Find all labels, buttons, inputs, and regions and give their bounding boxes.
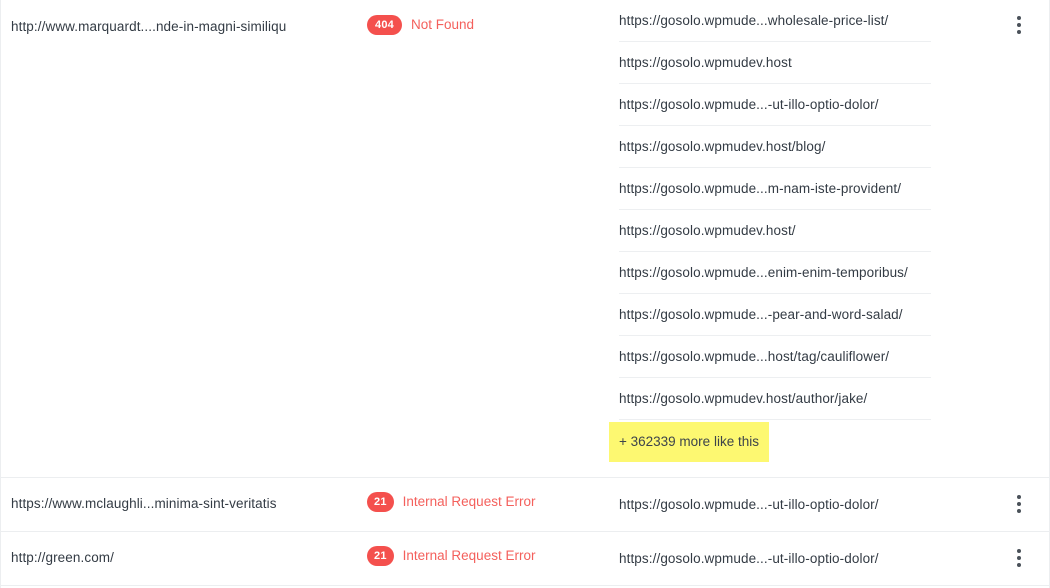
source-url-cell: http://www.marquardt....nde-in-magni-sim… [1, 0, 359, 46]
linked-url-text[interactable]: https://gosolo.wpmude...-pear-and-word-s… [619, 306, 903, 324]
linked-url-text[interactable]: https://gosolo.wpmude...m-nam-iste-provi… [619, 180, 901, 198]
linked-url-text[interactable]: https://gosolo.wpmude...-ut-illo-optio-d… [619, 550, 879, 568]
status-cell: 21 Internal Request Error [359, 532, 609, 566]
linked-urls-cell: https://gosolo.wpmude...wholesale-price-… [609, 0, 989, 464]
list-item[interactable]: https://gosolo.wpmude...host/tag/caulifl… [619, 336, 931, 378]
status-badge: 21 [367, 492, 394, 512]
list-item[interactable]: https://gosolo.wpmude...wholesale-price-… [619, 0, 931, 42]
linked-url-text[interactable]: https://gosolo.wpmudev.host/author/jake/ [619, 390, 867, 408]
broken-links-table-page: http://www.marquardt....nde-in-magni-sim… [0, 0, 1050, 588]
status-cell: 404 Not Found [359, 0, 609, 35]
show-more-link[interactable]: + 362339 more like this [609, 422, 769, 462]
status-badge: 404 [367, 15, 402, 35]
linked-urls-cell: https://gosolo.wpmude...-ut-illo-optio-d… [609, 478, 989, 531]
linked-url-text[interactable]: https://gosolo.wpmude...-ut-illo-optio-d… [619, 496, 879, 514]
linked-url-text[interactable]: https://gosolo.wpmudev.host/ [619, 222, 796, 240]
row-actions-cell [989, 0, 1049, 42]
kebab-dot [1017, 495, 1021, 499]
table-row[interactable]: http://green.com/ 21 Internal Request Er… [1, 532, 1049, 586]
linked-url-text[interactable]: https://gosolo.wpmude...wholesale-price-… [619, 12, 888, 30]
source-url-text[interactable]: https://www.mclaughli...minima-sint-veri… [11, 495, 351, 513]
list-item[interactable]: https://gosolo.wpmude...-pear-and-word-s… [619, 294, 931, 336]
status-cell: 21 Internal Request Error [359, 478, 609, 512]
kebab-dot [1017, 16, 1021, 20]
kebab-dot [1017, 30, 1021, 34]
kebab-menu-icon[interactable] [1002, 8, 1036, 42]
linked-url-text[interactable]: https://gosolo.wpmude...enim-enim-tempor… [619, 264, 908, 282]
source-url-cell: https://www.mclaughli...minima-sint-veri… [1, 478, 359, 529]
linked-url-text[interactable]: https://gosolo.wpmude...-ut-illo-optio-d… [619, 96, 879, 114]
source-url-text[interactable]: http://green.com/ [11, 549, 351, 567]
show-more-row[interactable]: + 362339 more like this [609, 420, 931, 464]
status-label: Internal Request Error [402, 494, 536, 509]
linked-url-text[interactable]: https://gosolo.wpmudev.host [619, 54, 792, 72]
linked-urls-list: https://gosolo.wpmude...wholesale-price-… [609, 0, 931, 464]
row-actions-cell [989, 532, 1049, 575]
row-actions-cell [989, 478, 1049, 521]
list-item[interactable]: https://gosolo.wpmudev.host/ [619, 210, 931, 252]
status-wrapper: 21 Internal Request Error [367, 478, 609, 512]
kebab-dot [1017, 549, 1021, 553]
kebab-dot [1017, 502, 1021, 506]
kebab-menu-icon[interactable] [1002, 487, 1036, 521]
list-item[interactable]: https://gosolo.wpmudev.host/author/jake/ [619, 378, 931, 420]
status-label: Internal Request Error [402, 548, 536, 563]
list-item[interactable]: https://gosolo.wpmude...enim-enim-tempor… [619, 252, 931, 294]
linked-urls-list: https://gosolo.wpmude...-ut-illo-optio-d… [619, 478, 931, 531]
table-row[interactable]: http://www.marquardt....nde-in-magni-sim… [1, 0, 1049, 478]
status-wrapper: 21 Internal Request Error [367, 532, 609, 566]
list-item[interactable]: https://gosolo.wpmude...-ut-illo-optio-d… [619, 84, 931, 126]
kebab-menu-icon[interactable] [1002, 541, 1036, 575]
kebab-dot [1017, 23, 1021, 27]
list-item[interactable]: https://gosolo.wpmudev.host/blog/ [619, 126, 931, 168]
linked-url-text[interactable]: https://gosolo.wpmudev.host/blog/ [619, 138, 825, 156]
kebab-dot [1017, 556, 1021, 560]
table-row[interactable]: https://www.mclaughli...minima-sint-veri… [1, 478, 1049, 532]
list-item[interactable]: https://gosolo.wpmudev.host [619, 42, 931, 84]
status-label: Not Found [410, 17, 474, 32]
status-badge: 21 [367, 546, 394, 566]
list-item[interactable]: https://gosolo.wpmude...-ut-illo-optio-d… [619, 532, 931, 585]
list-item[interactable]: https://gosolo.wpmude...m-nam-iste-provi… [619, 168, 931, 210]
kebab-dot [1017, 509, 1021, 513]
linked-urls-list: https://gosolo.wpmude...-ut-illo-optio-d… [619, 532, 931, 585]
linked-urls-cell: https://gosolo.wpmude...-ut-illo-optio-d… [609, 532, 989, 585]
kebab-dot [1017, 563, 1021, 567]
list-item[interactable]: https://gosolo.wpmude...-ut-illo-optio-d… [619, 478, 931, 531]
status-wrapper: 404 Not Found [367, 0, 609, 35]
source-url-text[interactable]: http://www.marquardt....nde-in-magni-sim… [11, 18, 351, 36]
source-url-cell: http://green.com/ [1, 532, 359, 583]
linked-url-text[interactable]: https://gosolo.wpmude...host/tag/caulifl… [619, 348, 889, 366]
